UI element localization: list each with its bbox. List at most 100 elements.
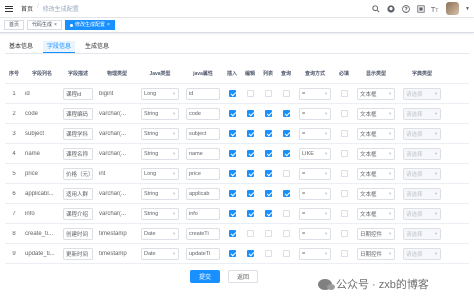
java-attr-input[interactable]: createTi (186, 227, 220, 240)
java-type-select[interactable]: Long ▼ (141, 87, 179, 100)
column-desc-input[interactable]: 课程名称 (63, 147, 93, 160)
java-type-select[interactable]: String ▼ (141, 147, 179, 160)
search-icon[interactable] (371, 4, 380, 13)
java-type-select[interactable]: Long ▼ (141, 167, 179, 180)
font-size-icon[interactable]: TT (431, 4, 440, 13)
insert-checkbox[interactable] (228, 130, 236, 137)
edit-checkbox[interactable] (246, 90, 254, 97)
query-type-select[interactable]: = ▼ (299, 227, 331, 240)
tag-home[interactable]: 首页 (4, 20, 25, 30)
tag-codegen[interactable]: 代码生成 × (27, 20, 62, 30)
insert-checkbox[interactable] (228, 90, 236, 97)
java-type-select[interactable]: String ▼ (141, 207, 179, 220)
edit-checkbox[interactable] (246, 170, 254, 177)
edit-checkbox[interactable] (246, 210, 254, 217)
required-checkbox[interactable] (340, 90, 348, 97)
insert-checkbox[interactable] (228, 250, 236, 257)
column-desc-input[interactable]: 课程编码 (63, 107, 93, 120)
display-type-select[interactable]: 文本框 ▼ (357, 207, 395, 220)
query-checkbox[interactable] (282, 170, 290, 177)
required-checkbox[interactable] (340, 210, 348, 217)
back-button[interactable]: 返回 (228, 270, 259, 283)
github-icon[interactable] (386, 4, 395, 13)
java-attr-input[interactable]: code (186, 107, 220, 120)
display-type-select[interactable]: 文本框 ▼ (357, 147, 395, 160)
query-checkbox[interactable] (282, 130, 290, 137)
breadcrumb-home[interactable]: 首页 (21, 4, 33, 13)
caret-down-icon[interactable]: ▼ (465, 6, 470, 12)
query-type-select[interactable]: = ▼ (299, 247, 331, 260)
java-type-select[interactable]: Date ▼ (141, 247, 179, 260)
column-desc-input[interactable]: 价格（元） (63, 167, 93, 180)
dict-type-select[interactable]: 请选择 ▼ (403, 167, 441, 180)
list-checkbox[interactable] (264, 170, 272, 177)
java-attr-input[interactable]: name (186, 147, 220, 160)
java-attr-input[interactable]: applicab (186, 187, 220, 200)
dict-type-select[interactable]: 请选择 ▼ (403, 207, 441, 220)
tab-basic-info[interactable]: 基本信息 (5, 41, 37, 53)
display-type-select[interactable]: 文本框 ▼ (357, 167, 395, 180)
column-desc-input[interactable]: 创建时间 (63, 227, 93, 240)
dict-type-select[interactable]: 请选择 ▼ (403, 107, 441, 120)
close-icon[interactable]: × (107, 21, 110, 30)
hamburger-icon[interactable] (5, 5, 13, 12)
query-checkbox[interactable] (282, 210, 290, 217)
column-desc-input[interactable]: 更新时间 (63, 247, 93, 260)
column-desc-input[interactable]: 课程id (63, 87, 93, 100)
insert-checkbox[interactable] (228, 110, 236, 117)
list-checkbox[interactable] (264, 250, 272, 257)
required-checkbox[interactable] (340, 150, 348, 157)
query-type-select[interactable]: = ▼ (299, 187, 331, 200)
insert-checkbox[interactable] (228, 230, 236, 237)
edit-checkbox[interactable] (246, 230, 254, 237)
required-checkbox[interactable] (340, 170, 348, 177)
list-checkbox[interactable] (264, 110, 272, 117)
query-type-select[interactable]: = ▼ (299, 107, 331, 120)
insert-checkbox[interactable] (228, 150, 236, 157)
list-checkbox[interactable] (264, 90, 272, 97)
query-checkbox[interactable] (282, 150, 290, 157)
java-type-select[interactable]: String ▼ (141, 127, 179, 140)
insert-checkbox[interactable] (228, 210, 236, 217)
required-checkbox[interactable] (340, 190, 348, 197)
java-type-select[interactable]: String ▼ (141, 107, 179, 120)
dict-type-select[interactable]: 请选择 ▼ (403, 227, 441, 240)
edit-checkbox[interactable] (246, 130, 254, 137)
tab-field-info[interactable]: 字段信息 (43, 41, 76, 53)
query-checkbox[interactable] (282, 90, 290, 97)
java-attr-input[interactable]: updateTi (186, 247, 220, 260)
display-type-select[interactable]: 文本框 ▼ (357, 187, 395, 200)
column-desc-input[interactable]: 适用人群 (63, 187, 93, 200)
edit-checkbox[interactable] (246, 110, 254, 117)
question-icon[interactable] (401, 4, 410, 13)
list-checkbox[interactable] (264, 190, 272, 197)
column-desc-input[interactable]: 课程介绍 (63, 207, 93, 220)
required-checkbox[interactable] (340, 250, 348, 257)
java-attr-input[interactable]: info (186, 207, 220, 220)
list-checkbox[interactable] (264, 130, 272, 137)
tab-gen-info[interactable]: 生成信息 (81, 41, 113, 53)
query-type-select[interactable]: = ▼ (299, 167, 331, 180)
submit-button[interactable]: 提交 (190, 270, 221, 283)
edit-checkbox[interactable] (246, 250, 254, 257)
fullscreen-icon[interactable] (416, 4, 425, 13)
query-checkbox[interactable] (282, 250, 290, 257)
column-desc-input[interactable]: 课程学科 (63, 127, 93, 140)
query-checkbox[interactable] (282, 230, 290, 237)
display-type-select[interactable]: 文本框 ▼ (357, 127, 395, 140)
query-checkbox[interactable] (282, 110, 290, 117)
query-type-select[interactable]: = ▼ (299, 127, 331, 140)
java-attr-input[interactable]: price (186, 167, 220, 180)
display-type-select[interactable]: 日期控件 ▼ (357, 227, 395, 240)
insert-checkbox[interactable] (228, 170, 236, 177)
tag-edit-config[interactable]: 修改生成配置 × (64, 20, 115, 30)
edit-checkbox[interactable] (246, 190, 254, 197)
list-checkbox[interactable] (264, 210, 272, 217)
dict-type-select[interactable]: 请选择 ▼ (403, 147, 441, 160)
list-checkbox[interactable] (264, 230, 272, 237)
dict-type-select[interactable]: 请选择 ▼ (403, 87, 441, 100)
display-type-select[interactable]: 文本框 ▼ (357, 107, 395, 120)
query-checkbox[interactable] (282, 190, 290, 197)
dict-type-select[interactable]: 请选择 ▼ (403, 187, 441, 200)
close-icon[interactable]: × (54, 21, 57, 30)
